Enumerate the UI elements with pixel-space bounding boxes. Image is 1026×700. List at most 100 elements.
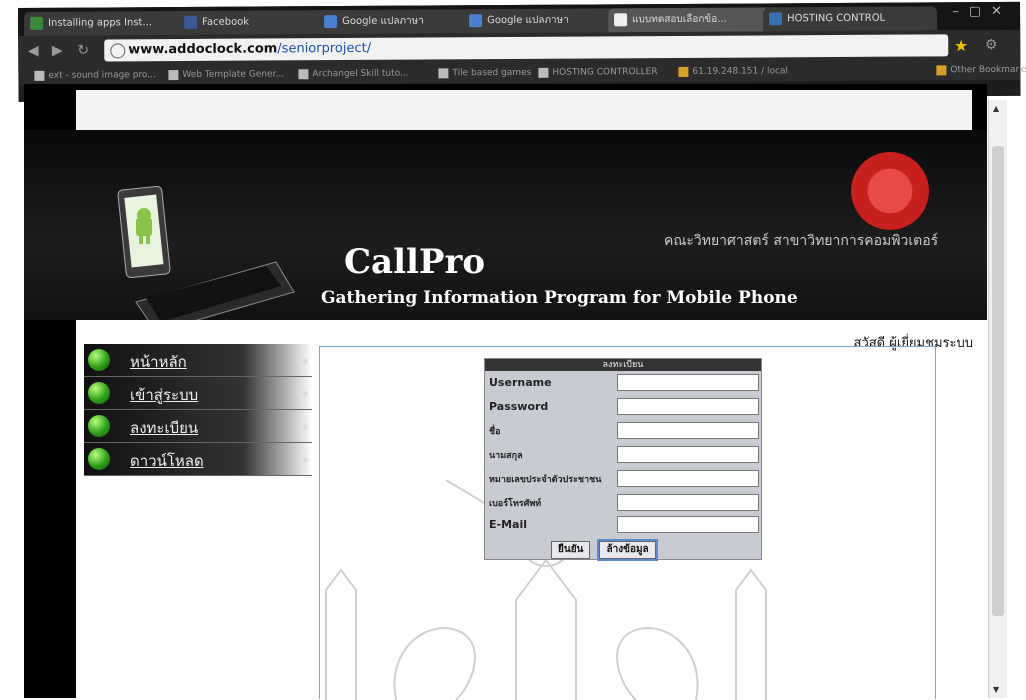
- facebook-icon: [184, 15, 198, 29]
- nav-dot-icon: [302, 358, 308, 364]
- url-domain: www.addoclock.com: [128, 41, 278, 58]
- field-label: E-Mail: [489, 518, 527, 531]
- form-row-firstname: ชื่อ: [489, 421, 759, 441]
- bookmark-label: Tile based games: [452, 67, 532, 79]
- reload-icon[interactable]: ↻: [74, 42, 92, 60]
- nav-label: หน้าหลัก: [130, 353, 187, 371]
- brand-tagline: Gathering Information Program for Mobile…: [321, 288, 798, 308]
- bookmark-label: ext - sound image pro...: [48, 70, 156, 81]
- bookmark-icon: [298, 69, 309, 80]
- tab-label: Google แปลภาษา: [342, 15, 424, 28]
- form-row-email: E-Mail: [489, 515, 759, 535]
- bookmark-item[interactable]: Archangel Skill tuto...: [298, 67, 409, 82]
- bookmark-label: Archangel Skill tuto...: [312, 68, 409, 80]
- green-orb-icon: [88, 448, 110, 470]
- field-label: Password: [489, 400, 549, 413]
- email-input[interactable]: [617, 516, 759, 533]
- field-label: เบอร์โทรศัพท์: [489, 499, 542, 509]
- nav-item-download[interactable]: ดาวน์โหลด: [84, 443, 312, 476]
- page-top-strip: [76, 90, 972, 130]
- citizen-id-input[interactable]: [617, 470, 759, 487]
- bookmark-item[interactable]: 61.19.248.151 / local: [678, 64, 788, 79]
- reset-button[interactable]: ล้างข้อมูล: [597, 539, 658, 561]
- form-row-password: Password: [489, 397, 759, 417]
- back-icon[interactable]: ◀: [24, 42, 42, 60]
- field-label: นามสกุล: [489, 451, 523, 461]
- translate-icon: [324, 15, 338, 29]
- university-seal-logo: [851, 152, 929, 230]
- bookmark-item[interactable]: Tile based games: [438, 66, 531, 81]
- green-orb-icon: [88, 349, 110, 371]
- bookmark-item[interactable]: HOSTING CONTROLLER: [538, 65, 658, 80]
- bookmark-item[interactable]: ext - sound image pro...: [34, 68, 156, 83]
- bookmark-icon: [538, 67, 549, 78]
- form-title: ลงทะเบียน: [485, 359, 761, 371]
- username-input[interactable]: [617, 374, 759, 391]
- bookmark-star-icon[interactable]: ★: [954, 36, 968, 55]
- vertical-scrollbar[interactable]: ▲ ▼: [988, 100, 1007, 698]
- main-body: สวัสดี ผู้เยี่ยมชมระบบ หน้าหลัก เข้าสู่ร…: [76, 320, 987, 700]
- tab-label: Facebook: [202, 16, 250, 28]
- tab-favicon-icon: [30, 16, 44, 30]
- tab-quiz-page[interactable]: แบบทดสอบเลือกข้อ...: [608, 7, 783, 33]
- bookmark-item[interactable]: Web Template Gener...: [168, 67, 284, 82]
- globe-icon: [110, 43, 126, 59]
- forward-icon[interactable]: ▶: [48, 42, 66, 60]
- android-phone-image: [117, 185, 295, 333]
- department-name: คณะวิทยาศาสตร์ สาขาวิทยาการคอมพิวเตอร์: [664, 233, 939, 249]
- nav-item-login[interactable]: เข้าสู่ระบบ: [84, 377, 312, 410]
- hosting-icon: [769, 12, 783, 26]
- tab-label: Google แปลภาษา: [487, 14, 569, 27]
- field-label: Username: [489, 376, 552, 389]
- window-controls[interactable]: –▢✕: [952, 4, 1012, 19]
- page-icon: [614, 13, 628, 27]
- tab-label: HOSTING CONTROL: [787, 12, 886, 25]
- tab-label: แบบทดสอบเลือกข้อ...: [632, 13, 727, 26]
- tab-google-translate-2[interactable]: Google แปลภาษา: [463, 8, 628, 34]
- scroll-down-icon[interactable]: ▼: [993, 685, 999, 694]
- nav-dot-icon: [302, 391, 308, 397]
- firstname-input[interactable]: [617, 422, 759, 439]
- green-orb-icon: [88, 415, 110, 437]
- wrench-icon[interactable]: ⚙: [982, 36, 1000, 54]
- tab-facebook[interactable]: Facebook: [178, 10, 338, 36]
- green-orb-icon: [88, 382, 110, 404]
- bookmark-icon: [678, 66, 689, 77]
- nav-dot-icon: [302, 457, 308, 463]
- bookmark-label: Web Template Gener...: [182, 69, 285, 80]
- field-label: หมายเลขประจำตัวประชาชน: [489, 475, 602, 485]
- lastname-input[interactable]: [617, 446, 759, 463]
- submit-button[interactable]: ยืนยัน: [551, 541, 591, 559]
- other-bookmarks[interactable]: Other Bookmarks: [936, 63, 1026, 78]
- scroll-up-icon[interactable]: ▲: [993, 104, 999, 113]
- bookmark-icon: [34, 70, 45, 81]
- form-row-username: Username: [489, 373, 759, 393]
- form-row-lastname: นามสกุล: [489, 445, 759, 465]
- field-label: ชื่อ: [489, 427, 501, 437]
- form-row-citizen-id: หมายเลขประจำตัวประชาชน: [489, 469, 759, 489]
- tab-label: Installing apps Inst...: [48, 17, 153, 29]
- scroll-thumb[interactable]: [992, 146, 1004, 616]
- nav-label: ดาวน์โหลด: [130, 452, 204, 470]
- brand-title: CallPro: [344, 242, 486, 282]
- registration-form: ลงทะเบียน Username Password ชื่อ นามสกุล: [484, 358, 762, 561]
- tab-hosting-control[interactable]: HOSTING CONTROL: [763, 6, 938, 32]
- screenshot-frame: Installing apps Inst... Facebook Google …: [0, 0, 1026, 700]
- form-buttons: ยืนยัน ล้างข้อมูล: [551, 537, 660, 561]
- translate-icon: [469, 14, 483, 28]
- sidebar-nav: หน้าหลัก เข้าสู่ระบบ ลงทะเบียน ดาวน์โหลด: [84, 344, 312, 476]
- password-input[interactable]: [617, 398, 759, 415]
- nav-label: ลงทะเบียน: [130, 419, 199, 437]
- bookmark-icon: [168, 70, 179, 81]
- url-input[interactable]: www.addoclock.com/seniorproject/: [104, 34, 949, 62]
- tab-installing-apps[interactable]: Installing apps Inst...: [24, 10, 199, 36]
- nav-item-register[interactable]: ลงทะเบียน: [84, 410, 312, 443]
- tab-google-translate-1[interactable]: Google แปลภาษา: [318, 9, 483, 35]
- web-page: คณะวิทยาศาสตร์ สาขาวิทยาการคอมพิวเตอร์ C…: [24, 84, 987, 700]
- folder-icon: [936, 65, 947, 76]
- bookmark-label: 61.19.248.151 / local: [692, 66, 789, 77]
- site-header: คณะวิทยาศาสตร์ สาขาวิทยาการคอมพิวเตอร์ C…: [24, 130, 987, 333]
- bookmark-icon: [438, 68, 449, 79]
- nav-item-home[interactable]: หน้าหลัก: [84, 344, 312, 377]
- phone-input[interactable]: [617, 494, 759, 511]
